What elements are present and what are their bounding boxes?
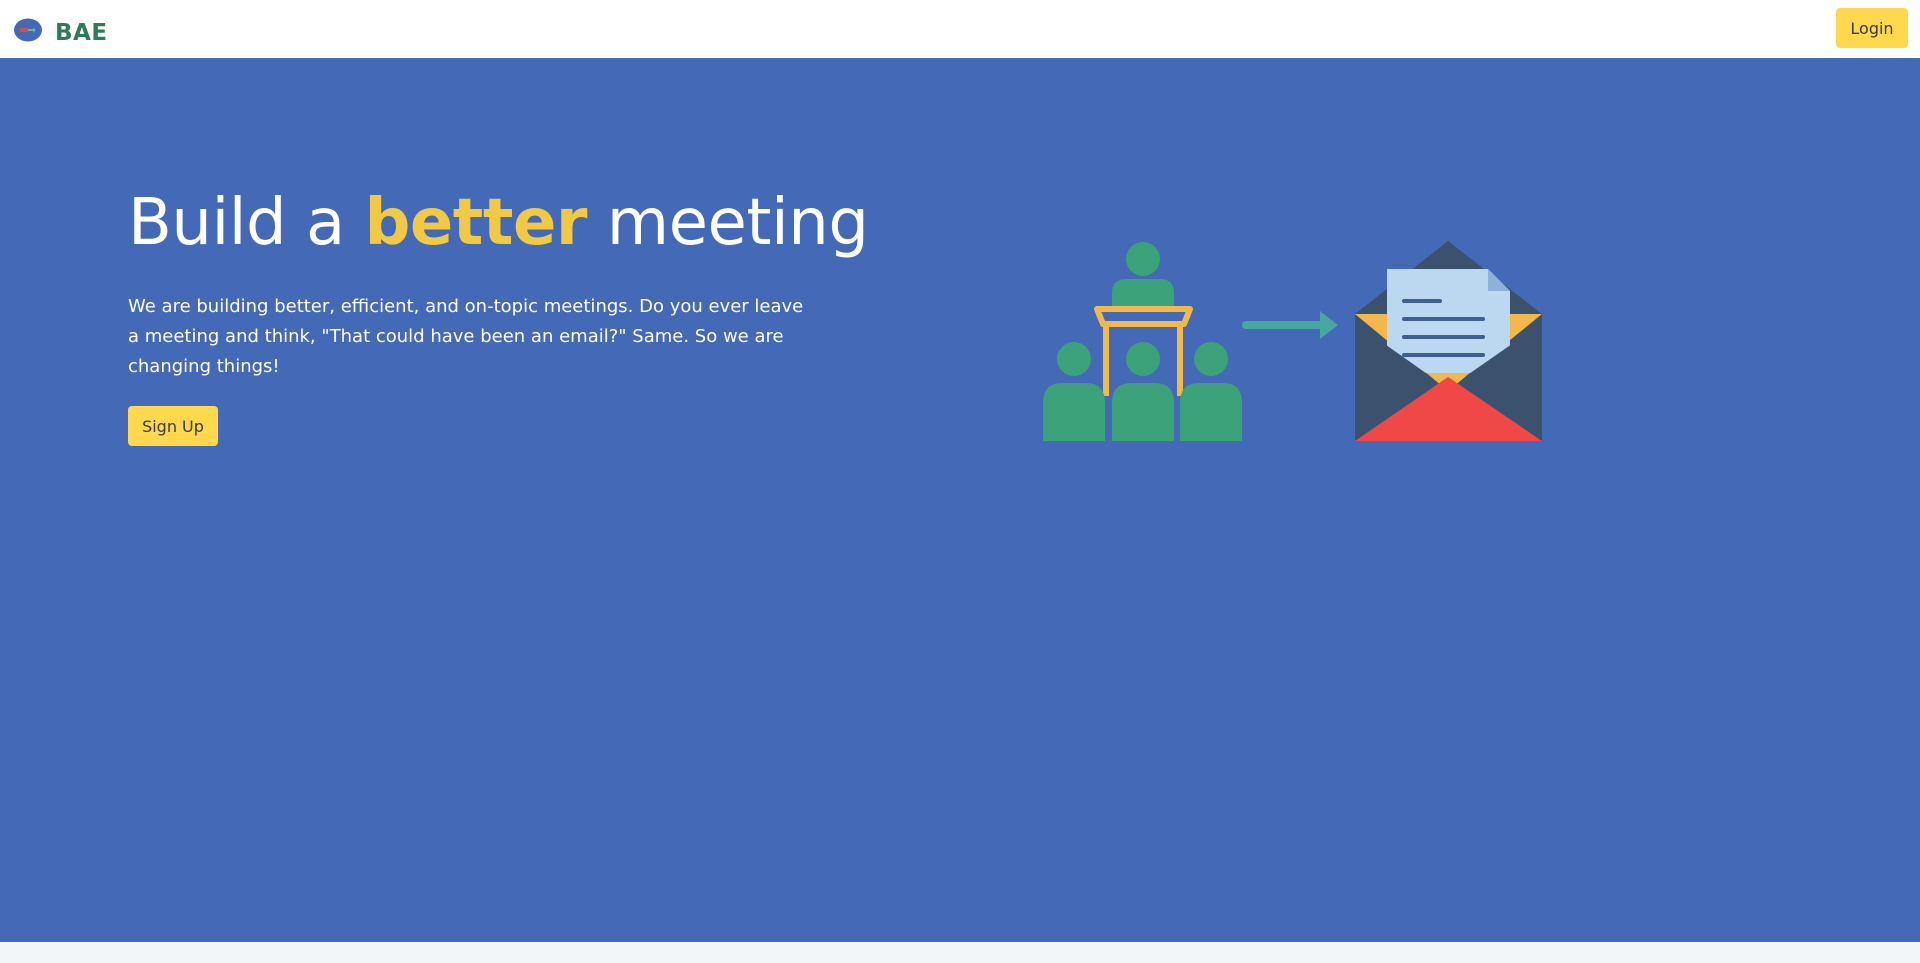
audience-icon	[1043, 342, 1242, 441]
arrow-right-icon	[1242, 311, 1338, 339]
brand-link[interactable]: BAE	[13, 14, 108, 46]
login-button[interactable]: Login	[1836, 8, 1908, 48]
hero-title-accent: better	[364, 186, 588, 260]
hero-title: Build a better meeting	[128, 186, 869, 260]
hero-section: Build a better meeting We are building b…	[0, 58, 1920, 942]
envelope-icon	[1355, 241, 1542, 441]
hero-description: We are building better, efficient, and o…	[128, 296, 804, 377]
presenter-icon	[1112, 242, 1174, 311]
hero-title-start: Build a	[128, 186, 365, 260]
brand-name: BAE	[55, 20, 108, 46]
top-navbar: BAE Login	[0, 0, 1920, 58]
signup-button[interactable]: Sign Up	[128, 406, 218, 446]
meeting-to-email-illustration	[1043, 241, 1542, 441]
hero-title-end: meeting	[586, 186, 869, 260]
meeting-logo-icon	[14, 18, 42, 42]
